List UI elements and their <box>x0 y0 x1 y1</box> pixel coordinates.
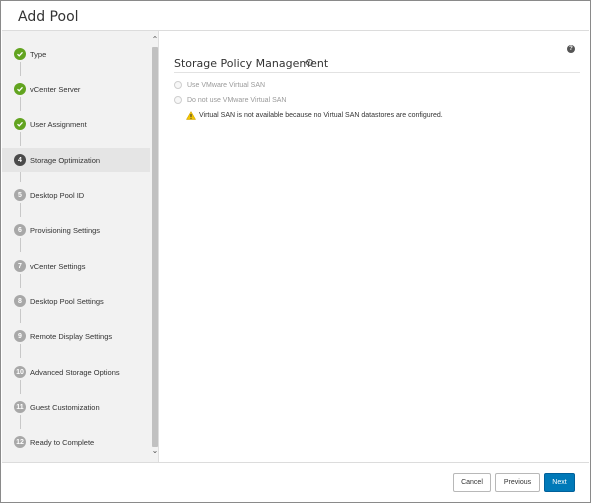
step-number-badge: 12 <box>14 436 26 448</box>
section-title: Storage Policy Management <box>174 57 329 70</box>
wizard-step-remote-display-settings[interactable]: 9 Remote Display Settings <box>2 324 150 348</box>
check-icon <box>14 48 26 60</box>
warning-message: Virtual SAN is not available because no … <box>186 111 443 120</box>
option-do-not-use-virtual-san[interactable]: Do not use VMware Virtual SAN <box>174 96 286 104</box>
wizard-step-provisioning-settings[interactable]: 6 Provisioning Settings <box>2 218 150 242</box>
previous-button[interactable]: Previous <box>495 473 540 492</box>
radio-button[interactable] <box>174 81 182 89</box>
main-panel: ? Storage Policy Management i Use VMware… <box>160 31 590 462</box>
radio-button[interactable] <box>174 96 182 104</box>
warning-text: Virtual SAN is not available because no … <box>199 112 443 119</box>
wizard-step-guest-customization[interactable]: 11 Guest Customization <box>2 395 150 419</box>
step-number-badge: 7 <box>14 260 26 272</box>
step-label: vCenter Server <box>30 84 81 94</box>
step-label: User Assignment <box>30 119 87 129</box>
step-number-badge: 9 <box>14 330 26 342</box>
info-icon[interactable]: i <box>306 59 313 66</box>
radio-label: Use VMware Virtual SAN <box>187 81 266 89</box>
chevron-up-icon[interactable]: ⌃ <box>150 35 158 45</box>
wizard-step-desktop-pool-id[interactable]: 5 Desktop Pool ID <box>2 183 150 207</box>
wizard-step-storage-optimization[interactable]: 4 Storage Optimization <box>2 148 150 172</box>
step-number-badge: 10 <box>14 366 26 378</box>
step-label: Provisioning Settings <box>30 225 101 235</box>
step-label: Desktop Pool Settings <box>30 296 104 306</box>
step-label: Remote Display Settings <box>30 331 113 341</box>
step-label: vCenter Settings <box>30 261 86 271</box>
step-number-badge: 8 <box>14 295 26 307</box>
step-number-badge: 5 <box>14 189 26 201</box>
wizard-step-desktop-pool-settings[interactable]: 8 Desktop Pool Settings <box>2 289 150 313</box>
section-divider <box>174 72 580 73</box>
check-icon <box>14 83 26 95</box>
step-label: Type <box>30 49 47 59</box>
dialog-title: Add Pool <box>18 9 79 25</box>
warning-icon <box>186 111 196 120</box>
wizard-step-type[interactable]: Type <box>2 42 150 66</box>
step-number-badge: 4 <box>14 154 26 166</box>
step-label: Advanced Storage Options <box>30 367 120 377</box>
step-label: Guest Customization <box>30 402 100 412</box>
wizard-step-advanced-storage-options[interactable]: 10 Advanced Storage Options <box>2 360 150 384</box>
step-label: Desktop Pool ID <box>30 190 85 200</box>
next-button[interactable]: Next <box>544 473 575 492</box>
sidebar-scrollbar-thumb[interactable] <box>152 47 158 447</box>
chevron-down-icon[interactable]: ⌄ <box>150 446 158 456</box>
option-use-virtual-san[interactable]: Use VMware Virtual SAN <box>174 81 265 89</box>
wizard-steps-sidebar: Type vCenter Server User Assignment 4 St… <box>2 31 159 462</box>
add-pool-dialog: Add Pool Type vCenter Server User Assign… <box>0 0 591 503</box>
footer-divider <box>2 462 589 463</box>
step-number-badge: 6 <box>14 224 26 236</box>
check-icon <box>14 118 26 130</box>
wizard-step-user-assignment[interactable]: User Assignment <box>2 112 150 136</box>
step-label: Storage Optimization <box>30 155 101 165</box>
wizard-step-ready-to-complete[interactable]: 12 Ready to Complete <box>2 430 150 454</box>
help-icon[interactable]: ? <box>567 45 575 53</box>
radio-label: Do not use VMware Virtual SAN <box>187 96 287 104</box>
cancel-button[interactable]: Cancel <box>453 473 491 492</box>
step-number-badge: 11 <box>14 401 26 413</box>
wizard-step-vcenter-settings[interactable]: 7 vCenter Settings <box>2 254 150 278</box>
wizard-step-vcenter-server[interactable]: vCenter Server <box>2 77 150 101</box>
step-label: Ready to Complete <box>30 437 95 447</box>
